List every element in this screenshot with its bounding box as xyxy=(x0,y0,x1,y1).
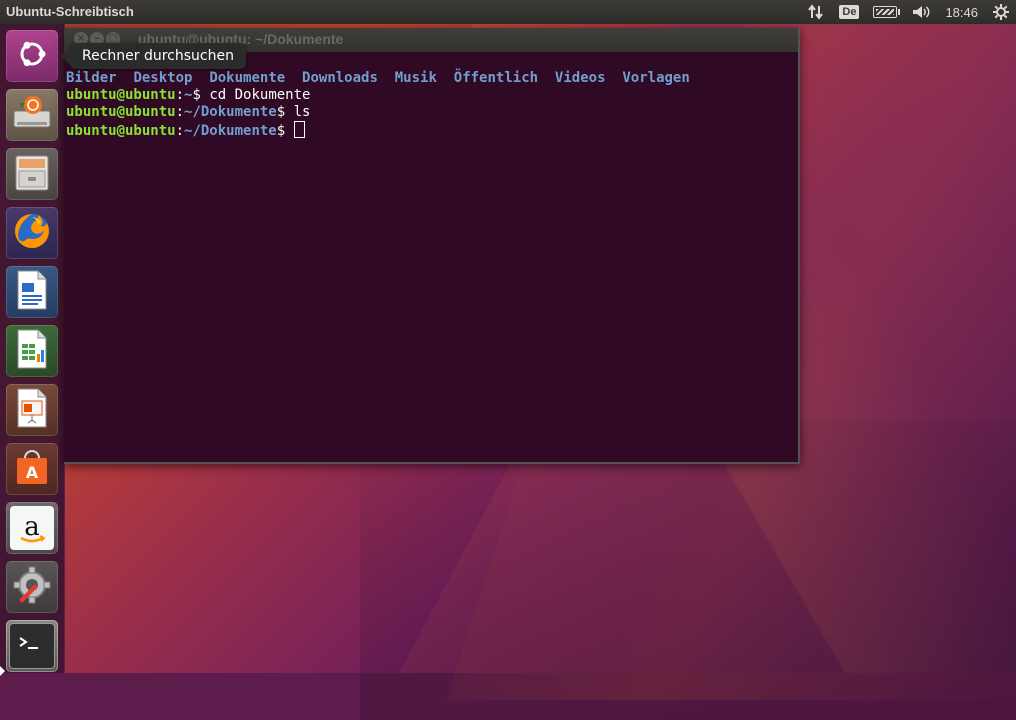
prompt-line: ubuntu@ubuntu:~/Dokumente$ ls xyxy=(66,104,311,120)
active-app-indicator xyxy=(0,666,5,676)
prompt-line-current: ubuntu@ubuntu:~/Dokumente$ xyxy=(66,121,798,140)
impress-icon xyxy=(14,387,50,433)
launcher-installer-button[interactable] xyxy=(6,89,58,141)
launcher-files-button[interactable] xyxy=(6,148,58,200)
launcher-tooltip: Rechner durchsuchen xyxy=(61,43,246,69)
text-cursor xyxy=(293,121,305,138)
terminal-output[interactable]: Bilder Desktop Dokumente Downloads Musik… xyxy=(66,70,798,140)
settings-icon xyxy=(11,564,53,610)
top-panel: Ubuntu-Schreibtisch De 18:46 xyxy=(0,0,1016,24)
launcher-dash-button[interactable] xyxy=(6,30,58,82)
volume-icon[interactable] xyxy=(911,4,931,20)
launcher-firefox-button[interactable] xyxy=(6,207,58,259)
ls-output-line: Bilder Desktop Dokumente Downloads Musik… xyxy=(66,70,690,86)
writer-icon xyxy=(14,269,50,315)
battery-icon[interactable] xyxy=(873,6,901,18)
gear-icon[interactable] xyxy=(992,3,1010,21)
launcher-writer-button[interactable] xyxy=(6,266,58,318)
terminal-icon xyxy=(9,623,55,669)
launcher-settings-button[interactable] xyxy=(6,561,58,613)
keyboard-layout-badge: De xyxy=(839,5,860,19)
amazon-icon: a xyxy=(10,506,54,550)
svg-text:A: A xyxy=(26,463,39,482)
launcher-terminal-button[interactable] xyxy=(6,620,58,672)
network-icon[interactable] xyxy=(807,4,825,20)
keyboard-layout-indicator[interactable]: De xyxy=(839,5,860,19)
launcher-software-center-button[interactable]: A xyxy=(6,443,58,495)
launcher: A a xyxy=(0,24,65,676)
indicator-tray: De 18:46 xyxy=(807,0,1010,24)
firefox-icon xyxy=(11,210,53,256)
shopping-bag-icon: A xyxy=(12,446,52,492)
launcher-calc-button[interactable] xyxy=(6,325,58,377)
launcher-impress-button[interactable] xyxy=(6,384,58,436)
terminal-window[interactable]: × – □ ubuntu@ubuntu: ~/Dokumente Bilder … xyxy=(64,28,800,464)
launcher-amazon-button[interactable]: a xyxy=(6,502,58,554)
panel-title: Ubuntu-Schreibtisch xyxy=(6,4,134,19)
svg-text:a: a xyxy=(24,512,40,542)
ubuntu-logo-icon xyxy=(15,37,49,75)
file-cabinet-icon xyxy=(13,152,51,196)
clock[interactable]: 18:46 xyxy=(945,5,978,20)
prompt-line: ubuntu@ubuntu:~$ cd Dokumente xyxy=(66,87,311,103)
calc-icon xyxy=(14,328,50,374)
install-drive-icon xyxy=(11,93,53,137)
